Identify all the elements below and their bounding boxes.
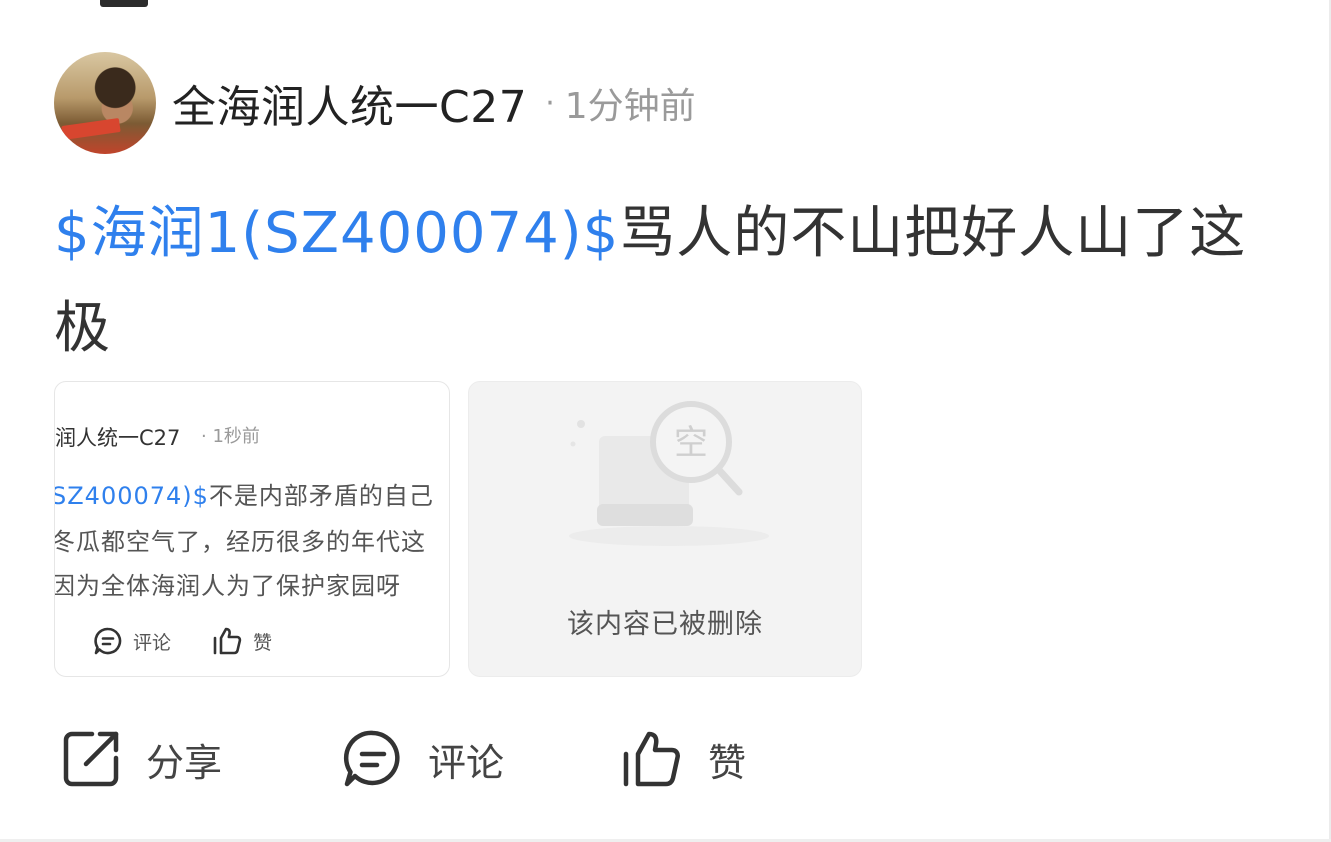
empty-icon-glyph: 空 (674, 423, 708, 463)
thumbs-up-icon (213, 627, 242, 655)
author-name[interactable]: 全海润人统一C27 (172, 71, 527, 135)
quoted-like-button[interactable]: 赞 (211, 626, 272, 656)
thumbs-up-icon (623, 731, 680, 787)
quoted-post-card[interactable]: 润人统一C27 · 1秒前 SZ400074)$不是内部矛盾的自己 冬瓜都空气了… (54, 381, 450, 677)
quoted-text-line3: 因为全体海润人为了保护家园呀 (54, 572, 401, 600)
quoted-text-line2: 冬瓜都空气了，经历很多的年代这 (54, 528, 426, 556)
empty-search-icon: 空 (569, 401, 769, 546)
deleted-content-card: 空 该内容已被删除 (468, 381, 862, 677)
top-drag-handle (100, 0, 148, 7)
quoted-author: 润人统一C27 (55, 426, 181, 450)
time-separator: · (545, 85, 555, 121)
comment-icon (343, 730, 400, 787)
post-header: 全海润人统一C27 · 1分钟前 (54, 52, 696, 154)
share-button[interactable]: 分享 (60, 726, 222, 792)
quoted-like-label: 赞 (253, 631, 273, 654)
comment-label: 评论 (428, 740, 505, 785)
like-label: 赞 (708, 740, 747, 785)
quoted-comment-label: 评论 (133, 631, 172, 654)
share-label: 分享 (146, 740, 223, 785)
avatar-decoration (61, 118, 121, 140)
quoted-time: · 1秒前 (201, 426, 260, 447)
avatar[interactable] (54, 52, 156, 154)
post-time: 1分钟前 (564, 86, 696, 127)
quoted-stock-link[interactable]: SZ400074)$ (55, 482, 209, 510)
comment-icon (94, 627, 122, 655)
stock-link[interactable]: $海润1(SZ400074)$ (54, 201, 619, 266)
like-button[interactable]: 赞 (620, 726, 746, 792)
deleted-message: 该内容已被删除 (567, 609, 763, 640)
comment-button[interactable]: 评论 (342, 726, 504, 792)
action-bar: 分享 评论 赞 (60, 726, 820, 792)
quoted-actions: 评论 赞 (93, 626, 312, 656)
quoted-text-line1: SZ400074)$不是内部矛盾的自己 (55, 476, 434, 511)
share-icon (63, 731, 119, 787)
quoted-comment-button[interactable]: 评论 (93, 626, 171, 656)
quoted-text-line1-body: 不是内部矛盾的自己 (208, 482, 434, 510)
